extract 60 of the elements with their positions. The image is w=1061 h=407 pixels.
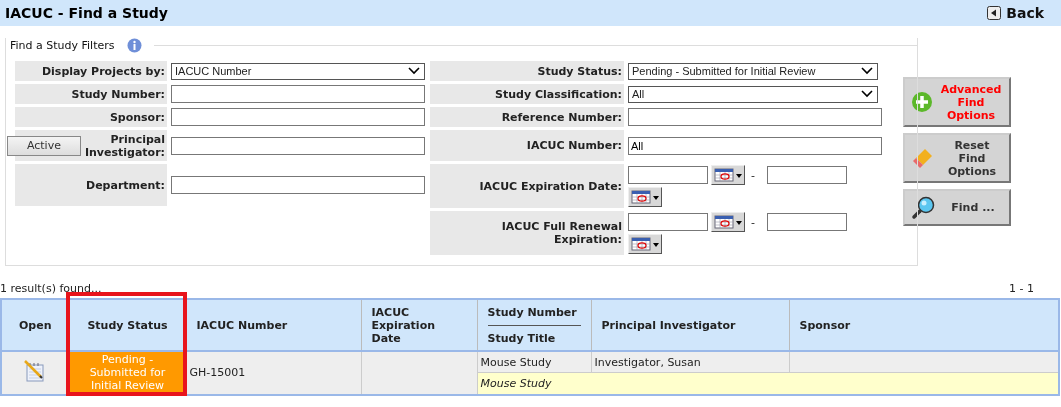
eraser-icon [911,146,935,170]
column-header: IACUC Number [186,299,361,351]
column-header: Open [1,299,69,351]
calendar-button[interactable] [628,187,662,207]
search-icon [911,194,937,221]
text-field[interactable] [171,108,425,126]
text-field[interactable]: All [628,136,882,155]
calendar-icon [630,188,660,206]
column-header: Study Status [69,299,186,351]
dropdown[interactable]: IACUC Number [171,62,425,80]
field-label: IACUC Number: [526,139,622,152]
reset-button[interactable]: Reset Find Options [903,133,1011,183]
date-field[interactable] [767,166,847,184]
range-separator: - [751,168,755,182]
page-title: IACUC - Find a Study [5,5,168,21]
dropdown[interactable]: All [628,85,878,103]
find-button[interactable]: Find ... [903,189,1011,226]
calendar-icon [630,235,660,253]
field-label: Study Classification: [495,87,622,101]
field-label: IACUC Expiration Date: [479,179,622,193]
chevron-icon [861,90,873,98]
calendar-button[interactable] [711,165,745,185]
column-heading: Study Number [487,303,581,326]
field-label: Sponsor: [109,110,165,124]
field-label: Display Projects by: [41,64,165,78]
back-button[interactable]: Back [987,5,1056,21]
column-header: Sponsor [789,299,1059,351]
plus-icon [911,91,933,113]
page-range: 1 - 1 [1009,282,1034,295]
field-label: Study Status: [537,64,622,78]
chevron-icon [408,67,420,75]
text-field[interactable] [171,136,425,155]
active-toggle-button[interactable]: Active [6,135,81,156]
date-field[interactable] [628,166,708,184]
field-label: Principal Investigator: [84,132,165,159]
field-label: Reference Number: [501,110,622,124]
dropdown[interactable]: Pending - Submitted for Initial Review [628,62,878,80]
text-field[interactable] [171,85,425,103]
table-cell: Investigator, Susan [591,351,789,373]
field-label: Study Number: [71,87,165,101]
date-field[interactable] [628,213,708,231]
column-header: IACUC Expiration Date [361,299,477,351]
column-header: Principal Investigator [591,299,789,351]
field-label: Department: [86,178,165,192]
calendar-icon [713,166,743,184]
text-field[interactable] [628,108,882,126]
text-field[interactable] [171,176,425,194]
calendar-button[interactable] [711,212,745,232]
column-heading: Study Title [487,331,557,347]
range-separator: - [751,215,755,229]
info-icon[interactable] [126,38,142,53]
calendar-button[interactable] [628,234,662,254]
calendar-icon [713,213,743,231]
panel-legend: Find a Study Filters [10,39,115,52]
table-cell: Mouse Study [477,372,1059,395]
result-count: 1 result(s) found... [0,282,102,295]
date-field[interactable] [767,213,847,231]
chevron-icon [861,67,873,75]
field-label: IACUC Full Renewal Expiration: [500,220,622,246]
table-cell: GH-15001 [186,351,361,395]
